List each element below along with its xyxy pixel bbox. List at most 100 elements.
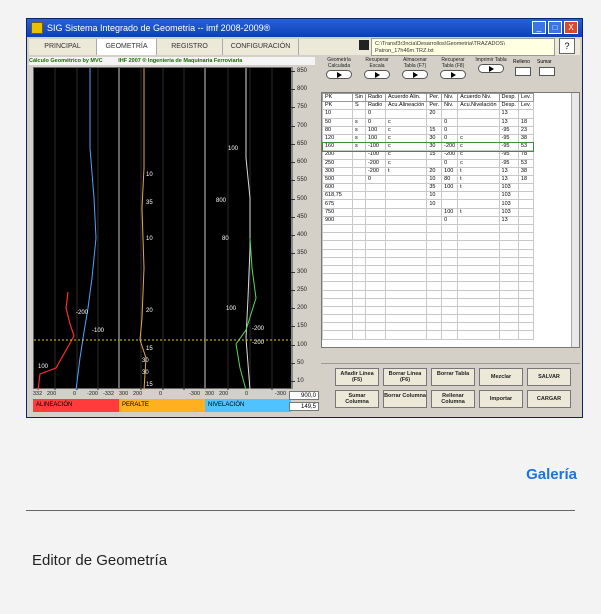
- table-row[interactable]: 675 10 103: [322, 199, 534, 209]
- table-header-cell[interactable]: Radio: [364, 92, 386, 103]
- table-cell[interactable]: [384, 297, 428, 307]
- table-cell[interactable]: [517, 109, 534, 119]
- table-cell[interactable]: [457, 199, 500, 209]
- table-cell[interactable]: [498, 281, 519, 291]
- tab-principal[interactable]: PRINCIPAL: [29, 39, 97, 55]
- table-cell[interactable]: [384, 199, 428, 209]
- importar-button[interactable]: Importar: [479, 390, 523, 408]
- table-cell[interactable]: [384, 322, 428, 332]
- table-header-cell[interactable]: Desp.: [498, 92, 519, 103]
- mezclar-button[interactable]: Mezclar: [479, 368, 523, 386]
- table-cell[interactable]: 250: [322, 158, 353, 168]
- rellenar-columna-button[interactable]: Rellenar Columna: [431, 390, 475, 408]
- table-cell[interactable]: [457, 314, 500, 324]
- table-cell[interactable]: [498, 256, 519, 266]
- sumar-field[interactable]: [539, 67, 555, 76]
- table-cell[interactable]: 10: [322, 109, 353, 119]
- table-cell[interactable]: c: [384, 133, 428, 144]
- table-cell[interactable]: [384, 191, 428, 201]
- table-cell[interactable]: [364, 232, 386, 242]
- table-cell[interactable]: 103: [498, 183, 519, 193]
- table-cell[interactable]: [352, 158, 366, 168]
- table-cell[interactable]: [322, 314, 353, 324]
- table-row[interactable]: 750 100 t 103: [322, 207, 534, 217]
- table-cell[interactable]: 18: [517, 117, 534, 127]
- table-cell[interactable]: [426, 215, 443, 226]
- table-cell[interactable]: [517, 314, 534, 324]
- table-cell[interactable]: 30: [426, 142, 443, 152]
- gallery-link[interactable]: Galería: [526, 466, 577, 483]
- table-cell[interactable]: [441, 322, 459, 332]
- table-cell[interactable]: [426, 117, 443, 127]
- minimize-button[interactable]: _: [532, 21, 546, 34]
- table-cell[interactable]: [517, 248, 534, 258]
- table-cell[interactable]: [384, 232, 428, 242]
- table-cell[interactable]: [352, 109, 366, 119]
- table-cell[interactable]: [426, 248, 443, 258]
- table-cell[interactable]: [498, 232, 519, 242]
- table-cell[interactable]: c: [457, 150, 500, 160]
- table-cell[interactable]: [498, 264, 519, 275]
- table-cell[interactable]: [441, 297, 459, 307]
- table-cell[interactable]: c: [457, 158, 500, 168]
- table-cell[interactable]: 13: [498, 174, 519, 185]
- table-cell[interactable]: [441, 330, 459, 340]
- table-cell[interactable]: 13: [498, 109, 519, 119]
- table-cell[interactable]: [384, 281, 428, 291]
- table-cell[interactable]: [384, 305, 428, 316]
- recuperar-escala-button[interactable]: Recuperar Escala: [359, 57, 395, 79]
- table-cell[interactable]: [441, 240, 459, 250]
- table-cell[interactable]: 618,75: [322, 191, 353, 201]
- table-row-empty[interactable]: [322, 330, 534, 340]
- table-cell[interactable]: [441, 232, 459, 242]
- anadir-linea-button[interactable]: Añadir Línea (F5): [335, 368, 379, 386]
- table-cell[interactable]: -200: [441, 142, 459, 152]
- table-cell[interactable]: [426, 289, 443, 299]
- table-cell[interactable]: 35: [426, 183, 443, 193]
- table-cell[interactable]: 18: [517, 174, 534, 185]
- table-cell[interactable]: 53: [517, 142, 534, 152]
- table-cell[interactable]: 103: [498, 199, 519, 209]
- table-cell[interactable]: [517, 330, 534, 340]
- table-cell[interactable]: [457, 117, 500, 127]
- table-row-empty[interactable]: [322, 256, 534, 266]
- table-cell[interactable]: 10: [426, 199, 443, 209]
- table-cell[interactable]: [517, 215, 534, 226]
- table-cell[interactable]: t: [457, 174, 500, 185]
- table-cell[interactable]: 50: [322, 117, 353, 127]
- table-cell[interactable]: [517, 305, 534, 316]
- table-header-cell[interactable]: Lev.: [517, 92, 534, 103]
- sumar-columna-button[interactable]: Sumar Columna: [335, 390, 379, 408]
- table-cell[interactable]: [384, 215, 428, 226]
- table-cell[interactable]: [364, 305, 386, 316]
- table-row-empty[interactable]: [322, 240, 534, 250]
- table-cell[interactable]: 900: [322, 215, 353, 226]
- table-cell[interactable]: [322, 240, 353, 250]
- table-cell[interactable]: [426, 264, 443, 275]
- table-cell[interactable]: [364, 240, 386, 250]
- table-cell[interactable]: [322, 322, 353, 332]
- table-cell[interactable]: [322, 223, 353, 234]
- table-row[interactable]: 120 s 100 c 30 0 c -95 38: [322, 133, 534, 144]
- table-cell[interactable]: [352, 281, 366, 291]
- table-cell[interactable]: [457, 297, 500, 307]
- table-cell[interactable]: -100: [364, 142, 386, 152]
- table-cell[interactable]: [426, 330, 443, 340]
- table-cell[interactable]: -100: [364, 150, 386, 160]
- table-cell[interactable]: [364, 223, 386, 234]
- table-cell[interactable]: 600: [322, 183, 353, 193]
- table-cell[interactable]: c: [457, 142, 500, 152]
- table-cell[interactable]: [517, 322, 534, 332]
- table-cell[interactable]: c: [384, 117, 428, 127]
- table-cell[interactable]: s: [352, 117, 366, 127]
- alineacion-plot[interactable]: -200 -100 100: [33, 67, 120, 390]
- table-cell[interactable]: 30: [426, 133, 443, 144]
- table-cell[interactable]: [457, 305, 500, 316]
- table-cell[interactable]: [457, 281, 500, 291]
- table-cell[interactable]: [517, 264, 534, 275]
- table-scrollbar[interactable]: [571, 93, 579, 347]
- table-cell[interactable]: [426, 256, 443, 266]
- table-cell[interactable]: [498, 297, 519, 307]
- table-header-cell[interactable]: Desp.: [498, 101, 519, 111]
- table-cell[interactable]: -95: [498, 133, 519, 144]
